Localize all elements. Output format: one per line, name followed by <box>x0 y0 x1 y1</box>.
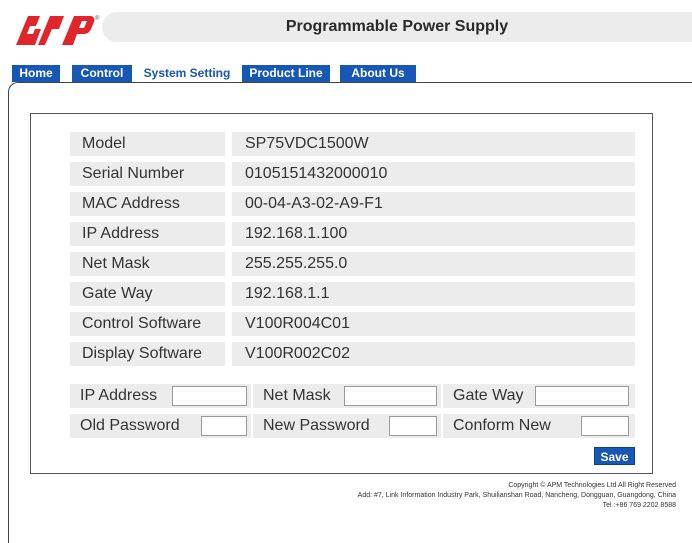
apm-logo-graphic: ® <box>16 15 100 45</box>
info-label: Gate Way <box>70 282 225 306</box>
page-title: Programmable Power Supply <box>285 18 509 35</box>
info-value: V100R004C01 <box>232 312 635 336</box>
info-value: V100R002C02 <box>232 342 635 366</box>
info-label: Display Software <box>70 342 225 366</box>
header-bar: Programmable Power Supply <box>102 12 692 42</box>
info-label: Net Mask <box>70 252 225 276</box>
apm-logo: ® <box>14 12 100 48</box>
tab-home[interactable]: Home <box>12 65 60 82</box>
gate-way-field-label: Gate Way <box>453 387 524 404</box>
footer: Copyright © APM Technologies Ltd All Rig… <box>358 481 676 511</box>
info-row-display-software: Display Software V100R002C02 <box>70 342 635 366</box>
info-value: 192.168.1.1 <box>232 282 635 306</box>
save-button[interactable]: Save <box>594 447 635 465</box>
info-row-serial-number: Serial Number 0105151432000010 <box>70 162 635 186</box>
info-row-model: Model SP75VDC1500W <box>70 132 635 156</box>
tab-about-us[interactable]: About Us <box>340 65 416 82</box>
info-label: IP Address <box>70 222 225 246</box>
net-mask-field-label: Net Mask <box>263 387 331 404</box>
info-label: Model <box>70 132 225 156</box>
info-row-gate-way: Gate Way 192.168.1.1 <box>70 282 635 306</box>
conform-new-input[interactable] <box>581 416 629 436</box>
footer-address: Add: #7, Link Information Industry Park,… <box>357 492 676 499</box>
info-row-mac-address: MAC Address 00-04-A3-02-A9-F1 <box>70 192 635 216</box>
ip-address-input[interactable] <box>172 386 247 406</box>
tab-product-line[interactable]: Product Line <box>242 65 330 82</box>
conform-new-field-label: Conform New <box>453 417 551 434</box>
info-label: MAC Address <box>70 192 225 216</box>
tab-control[interactable]: Control <box>72 65 132 82</box>
svg-text:®: ® <box>95 15 100 22</box>
new-password-field-cell: New Password <box>253 414 441 438</box>
info-label: Serial Number <box>70 162 225 186</box>
footer-tel: Tel :+86 769 2202 8588 <box>602 502 676 509</box>
info-value: 192.168.1.100 <box>232 222 635 246</box>
info-row-ip-address: IP Address 192.168.1.100 <box>70 222 635 246</box>
old-password-field-cell: Old Password <box>70 414 251 438</box>
net-mask-input[interactable] <box>344 386 437 406</box>
info-value: 0105151432000010 <box>232 162 635 186</box>
old-password-input[interactable] <box>201 416 247 436</box>
info-value: 255.255.255.0 <box>232 252 635 276</box>
info-label: Control Software <box>70 312 225 336</box>
ip-address-field-label: IP Address <box>80 387 158 404</box>
new-password-input[interactable] <box>389 416 437 436</box>
gate-way-input[interactable] <box>535 386 629 406</box>
tab-system-setting[interactable]: System Setting <box>134 65 240 82</box>
footer-copyright: Copyright © APM Technologies Ltd All Rig… <box>508 482 676 489</box>
gate-way-field-cell: Gate Way <box>443 384 635 408</box>
info-value: SP75VDC1500W <box>232 132 635 156</box>
net-mask-field-cell: Net Mask <box>253 384 441 408</box>
info-value: 00-04-A3-02-A9-F1 <box>232 192 635 216</box>
info-row-control-software: Control Software V100R004C01 <box>70 312 635 336</box>
new-password-field-label: New Password <box>263 417 370 434</box>
info-row-net-mask: Net Mask 255.255.255.0 <box>70 252 635 276</box>
old-password-field-label: Old Password <box>80 417 180 434</box>
ip-address-field-cell: IP Address <box>70 384 251 408</box>
conform-new-field-cell: Conform New <box>443 414 635 438</box>
